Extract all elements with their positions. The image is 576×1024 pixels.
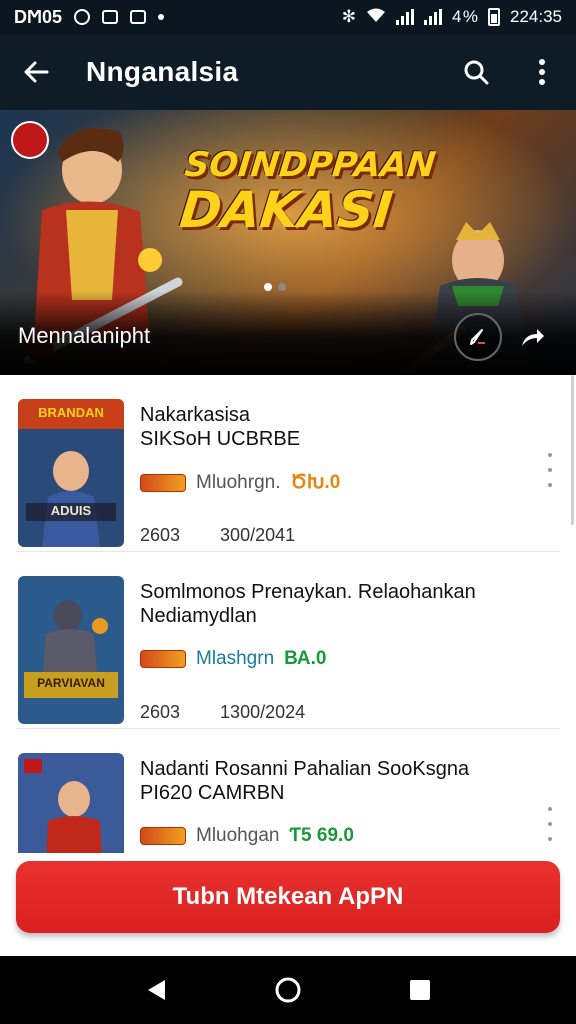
- carousel-indicator: [264, 283, 286, 291]
- wifi-icon: [366, 7, 386, 28]
- item-price: ВА.0: [284, 648, 327, 669]
- thumb-title: BRANDAN: [38, 405, 104, 420]
- item-meta: Mlashgrn ВА.0: [140, 648, 327, 670]
- rating-badge: [140, 827, 186, 845]
- status-right: ✻ 4 % 224:35: [342, 7, 562, 28]
- briefcase-icon: [130, 10, 147, 24]
- app-notification-icon: [102, 10, 119, 24]
- item-more-button[interactable]: [540, 807, 560, 841]
- game-thumbnail: BRANDAN ADUIS: [18, 399, 124, 547]
- signal-icon: [396, 9, 414, 25]
- app-bar: Nnganalsia: [0, 34, 576, 110]
- hero-banner[interactable]: SOINDPPAAN DAKASI Mennalanipht: [0, 110, 576, 375]
- item-date: 2603: [140, 702, 181, 722]
- item-title: Nadanti Rosanni Pahalian SooKsgna PI620 …: [140, 758, 470, 805]
- item-publisher: Mluohrgn.: [196, 471, 281, 493]
- square-recents-icon: [410, 980, 430, 1000]
- banner-title: SOINDPPAAN DAKASI: [177, 145, 438, 239]
- item-date: 2603: [140, 525, 181, 545]
- game-thumbnail: [18, 753, 124, 853]
- share-button[interactable]: [508, 313, 556, 361]
- item-price: ԾԽ.0: [290, 472, 341, 493]
- item-publisher: Mlashgrn: [196, 648, 275, 669]
- battery-icon: [488, 8, 500, 26]
- thumb-title: PARVIAVAN: [37, 676, 105, 690]
- nav-back-button[interactable]: [136, 970, 176, 1010]
- primary-action-button[interactable]: Tubn Mtekean ApPN: [16, 861, 560, 933]
- carousel-dot-active: [264, 283, 272, 291]
- search-button[interactable]: [458, 54, 494, 90]
- clock: 224:35: [510, 7, 562, 26]
- list-item[interactable]: BRANDAN ADUIS Nakarkasisa SIKSoH UCBRBE …: [16, 375, 560, 552]
- item-meta: Mluohgan Ƭ5 69.0: [140, 825, 354, 847]
- list-item[interactable]: Nadanti Rosanni Pahalian SooKsgna PI620 …: [16, 729, 560, 853]
- status-bar: DϺ05 ✻ 4 % 224:35: [0, 0, 576, 34]
- carousel-dot: [278, 283, 286, 291]
- banner-title-line1: SOINDPPAAN: [182, 145, 438, 185]
- item-dates: 2603 300/2041: [140, 525, 295, 546]
- cta-container: Tubn Mtekean ApPN: [0, 853, 576, 956]
- nav-recents-button[interactable]: [400, 970, 440, 1010]
- more-options-button[interactable]: [524, 54, 560, 90]
- item-title: Somlmonos Prenaykan. Relaohankan Nediamy…: [140, 581, 476, 628]
- banner-caption: Mennalanipht: [18, 323, 151, 348]
- rating-badge: [140, 650, 186, 668]
- status-left: DϺ05: [14, 6, 165, 28]
- more-vertical-icon: [539, 59, 545, 85]
- nav-home-button[interactable]: [268, 970, 308, 1010]
- share-icon: [522, 329, 544, 346]
- back-button[interactable]: [16, 52, 56, 92]
- item-more-button[interactable]: [540, 453, 560, 487]
- signal-2-icon: [424, 9, 442, 25]
- item-dates: 2603 1300/2024: [140, 702, 305, 723]
- page-title: Nnganalsia: [86, 56, 239, 87]
- thumb-subtitle: ADUIS: [50, 503, 92, 518]
- battery-percent: 4 %: [452, 7, 478, 26]
- triangle-back-icon: [148, 980, 165, 1000]
- system-nav-bar: [0, 956, 576, 1024]
- circle-home-icon: [275, 977, 301, 1003]
- scrollbar[interactable]: [571, 375, 574, 525]
- bluetooth-icon: ✻: [341, 7, 356, 26]
- banner-action-button[interactable]: [454, 313, 502, 361]
- item-meta: Mluohrgn. ԾԽ.0: [140, 471, 340, 494]
- pen-icon: [470, 329, 485, 345]
- arrow-left-icon: [24, 61, 49, 83]
- item-release: 300/2041: [220, 525, 296, 545]
- notification-icon: [74, 9, 91, 25]
- item-price: Ƭ5 69.0: [289, 825, 354, 846]
- item-release: 1300/2024: [220, 702, 306, 722]
- carrier-label: DϺ05: [14, 6, 63, 27]
- banner-title-line2: DAKASI: [177, 180, 396, 239]
- search-icon: [464, 60, 489, 85]
- app-bar-actions: [458, 54, 560, 90]
- item-title: Nakarkasisa SIKSoH UCBRBE: [140, 404, 301, 451]
- list-item[interactable]: PARVIAVAN Somlmonos Prenaykan. Relaohank…: [16, 552, 560, 729]
- game-list: BRANDAN ADUIS Nakarkasisa SIKSoH UCBRBE …: [0, 375, 576, 853]
- dot-icon: [158, 14, 165, 20]
- item-publisher: Mluohgan: [196, 825, 280, 846]
- game-thumbnail: PARVIAVAN: [18, 576, 124, 724]
- rating-badge: [140, 473, 186, 492]
